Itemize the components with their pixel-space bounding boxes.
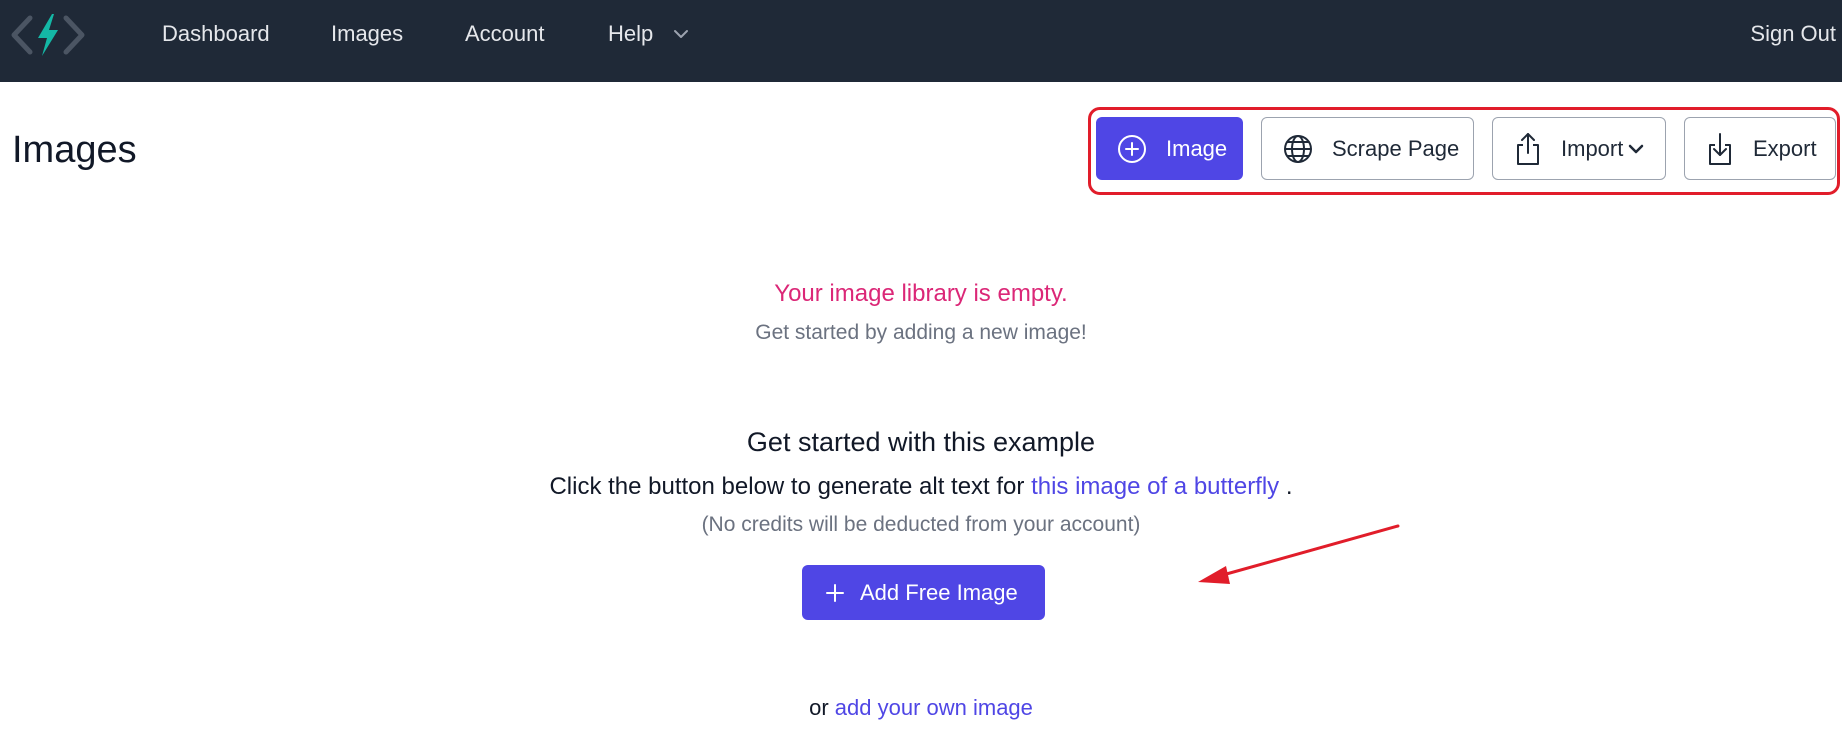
example-heading: Get started with this example	[746, 427, 1096, 457]
top-navbar: Dashboard Images Account Help Sign Out	[0, 0, 1842, 82]
nav-account[interactable]: Account	[465, 20, 545, 48]
chevron-down-icon[interactable]	[672, 25, 690, 43]
export-label: Export	[1753, 135, 1817, 161]
add-free-image-button[interactable]: Add Free Image	[802, 565, 1045, 620]
nav-images[interactable]: Images	[331, 20, 403, 48]
or-text: or	[809, 695, 829, 720]
example-text-suffix: .	[1285, 473, 1293, 500]
nav-help[interactable]: Help	[608, 20, 653, 48]
example-text-prefix: Click the button below to generate alt t…	[549, 473, 1025, 500]
red-arrow-annotation	[1198, 524, 1400, 584]
empty-library-subtitle: Get started by adding a new image!	[755, 321, 1087, 344]
chevron-down-icon	[1629, 144, 1644, 153]
add-own-image-link[interactable]: add your own image	[835, 695, 1033, 720]
plus-circle-icon	[1118, 134, 1146, 163]
add-image-label: Image	[1166, 135, 1228, 161]
scrape-page-label: Scrape Page	[1332, 135, 1460, 161]
example-description: Click the button below to generate alt t…	[0, 472, 1842, 502]
butterfly-image-link[interactable]: this image of a butterfly	[1031, 473, 1279, 500]
scrape-page-button[interactable]: Scrape Page	[1261, 117, 1474, 180]
globe-icon	[1284, 134, 1312, 163]
add-image-button[interactable]: Image	[1096, 117, 1243, 180]
no-credits-note: (No credits will be deducted from your a…	[701, 513, 1141, 536]
add-free-image-label: Add Free Image	[860, 579, 1018, 605]
add-own-image-line: or add your own image	[0, 694, 1842, 722]
empty-library-title: Your image library is empty.	[774, 280, 1068, 307]
page-title: Images	[12, 129, 137, 171]
download-tray-icon	[1709, 132, 1731, 165]
import-dropdown-button[interactable]: Import	[1492, 117, 1666, 180]
plus-icon	[826, 583, 844, 602]
sign-out-link[interactable]: Sign Out	[1750, 20, 1836, 48]
import-label: Import	[1561, 135, 1624, 161]
logo-icon[interactable]	[10, 12, 86, 58]
upload-share-icon	[1517, 132, 1539, 165]
export-button[interactable]: Export	[1684, 117, 1836, 180]
nav-dashboard[interactable]: Dashboard	[162, 20, 270, 48]
